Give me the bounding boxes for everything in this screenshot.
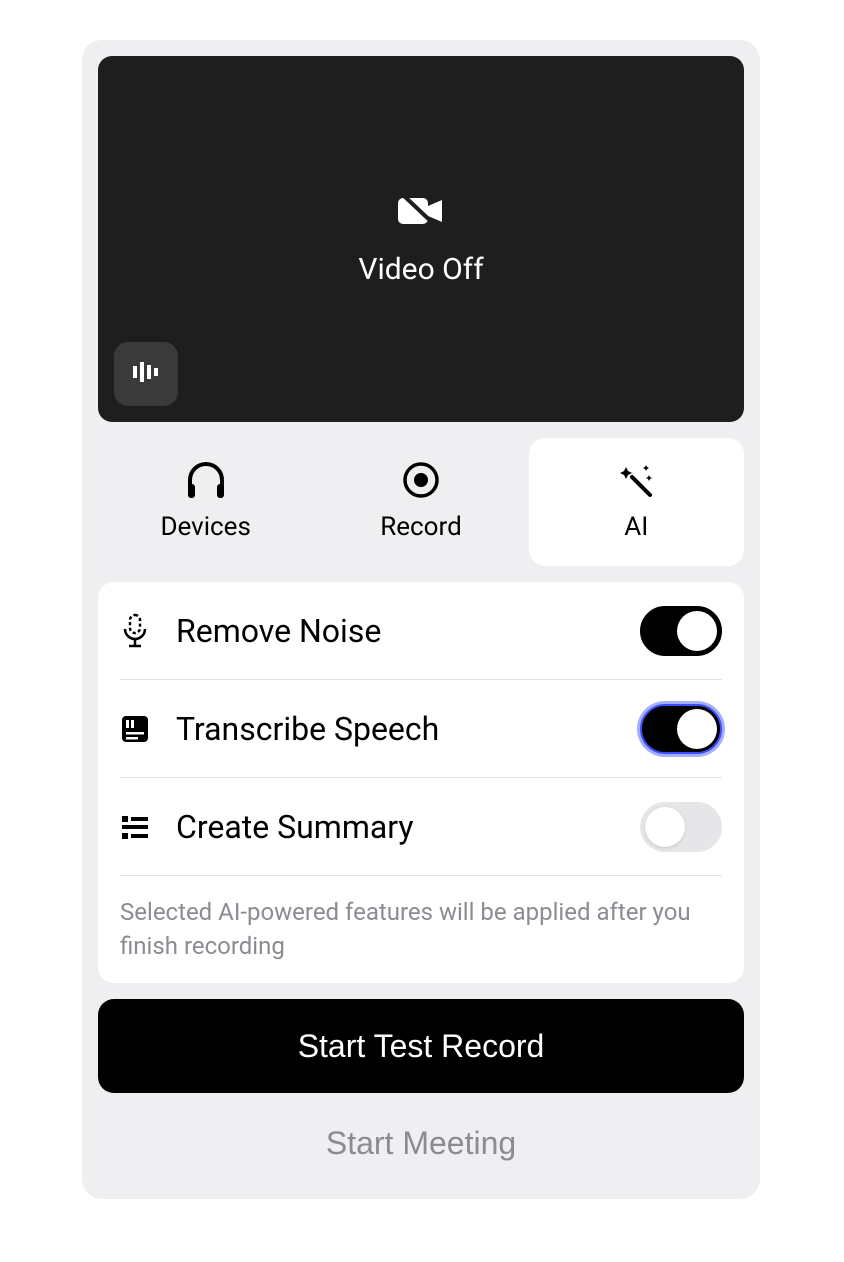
- video-preview: Video Off: [98, 56, 744, 422]
- tab-record[interactable]: Record: [313, 438, 528, 566]
- tab-label: Record: [380, 512, 461, 542]
- toggle-transcribe-speech[interactable]: [640, 704, 722, 754]
- tab-ai[interactable]: AI: [529, 438, 744, 566]
- ai-options-panel: Remove Noise Transcribe Speech: [98, 582, 744, 983]
- settings-tabs: Devices Record AI: [98, 438, 744, 566]
- meeting-setup-card: Video Off Devices: [82, 40, 760, 1199]
- record-icon: [403, 462, 439, 498]
- option-label: Create Summary: [160, 808, 640, 846]
- audio-level-indicator[interactable]: [114, 342, 178, 406]
- option-label: Remove Noise: [160, 612, 640, 650]
- option-create-summary: Create Summary: [120, 778, 722, 876]
- tab-label: AI: [624, 512, 648, 542]
- summary-list-icon: [120, 814, 160, 840]
- magic-wand-icon: [616, 462, 656, 498]
- ai-hint-text: Selected AI-powered features will be app…: [120, 876, 722, 963]
- toggle-remove-noise[interactable]: [640, 606, 722, 656]
- start-meeting-button[interactable]: Start Meeting: [98, 1103, 744, 1183]
- option-label: Transcribe Speech: [160, 710, 640, 748]
- option-transcribe-speech: Transcribe Speech: [120, 680, 722, 778]
- start-test-record-button[interactable]: Start Test Record: [98, 999, 744, 1093]
- option-remove-noise: Remove Noise: [120, 582, 722, 680]
- headphones-icon: [185, 462, 227, 498]
- toggle-create-summary[interactable]: [640, 802, 722, 852]
- tab-devices[interactable]: Devices: [98, 438, 313, 566]
- video-status-label: Video Off: [358, 252, 483, 287]
- microphone-noise-icon: [120, 613, 160, 649]
- video-off-icon: [396, 192, 446, 234]
- tab-label: Devices: [160, 512, 250, 542]
- transcript-icon: [120, 714, 160, 744]
- audio-bars-icon: [132, 362, 160, 386]
